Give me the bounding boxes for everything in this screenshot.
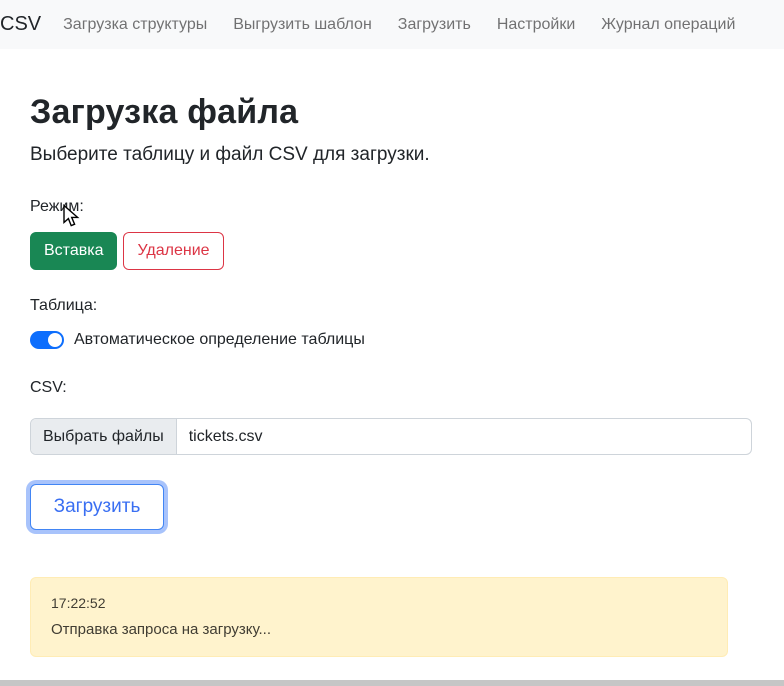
toggle-knob — [48, 333, 62, 347]
insert-mode-button[interactable]: Вставка — [30, 232, 118, 270]
nav-item-settings[interactable]: Настройки — [497, 8, 575, 42]
nav-item-structure-upload[interactable]: Загрузка структуры — [63, 8, 207, 42]
upload-row: Загрузить — [30, 484, 752, 530]
nav-item-operations-log[interactable]: Журнал операций — [601, 8, 735, 42]
auto-detect-toggle[interactable] — [30, 331, 64, 349]
choose-files-button[interactable]: Выбрать файлы — [31, 419, 177, 454]
nav-item-export-template[interactable]: Выгрузить шаблон — [233, 8, 372, 42]
main-content: Загрузка файла Выберите таблицу и файл C… — [0, 93, 784, 657]
selected-file-name: tickets.csv — [188, 427, 263, 445]
nav-item-upload[interactable]: Загрузить — [398, 8, 471, 42]
table-label: Таблица: — [30, 297, 98, 314]
csv-label: CSV: — [30, 379, 67, 396]
page-subtitle: Выберите таблицу и файл CSV для загрузки… — [30, 144, 430, 165]
auto-detect-label[interactable]: Автоматическое определение таблицы — [74, 331, 365, 349]
log-timestamp: 17:22:52 — [51, 595, 106, 611]
horizontal-scrollbar[interactable] — [0, 680, 784, 686]
upload-button[interactable]: Загрузить — [30, 484, 164, 530]
auto-detect-row: Автоматическое определение таблицы — [30, 331, 752, 349]
page-title: Загрузка файла — [30, 93, 299, 131]
status-alert: 17:22:52 Отправка запроса на загрузку... — [30, 577, 728, 657]
delete-mode-button[interactable]: Удаление — [123, 232, 224, 270]
mode-label: Режим: — [30, 198, 84, 215]
navbar-menu: Загрузка структуры Выгрузить шаблон Загр… — [63, 8, 761, 42]
navbar: CSV Загрузка структуры Выгрузить шаблон … — [0, 0, 784, 49]
navbar-brand[interactable]: CSV — [0, 13, 41, 36]
log-message: Отправка запроса на загрузку... — [51, 621, 272, 638]
mode-button-group: Вставка Удаление — [30, 232, 752, 270]
csv-file-input[interactable]: Выбрать файлы tickets.csv — [30, 418, 752, 455]
